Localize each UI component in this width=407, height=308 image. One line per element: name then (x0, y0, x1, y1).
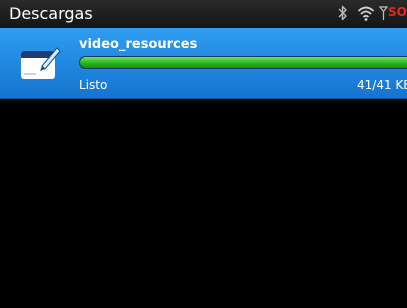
title-bar: Descargas SOS (0, 0, 407, 28)
status-icons: SOS (327, 4, 407, 24)
download-file-name: video_resources (79, 37, 198, 52)
bluetooth-icon (337, 4, 349, 26)
download-list-empty-area (0, 99, 407, 308)
video-file-icon (19, 42, 61, 84)
network-status-text: SOS (388, 5, 407, 19)
download-progress-bar (79, 56, 407, 69)
download-size: 41/41 KB (357, 78, 407, 92)
download-progress-fill (80, 57, 407, 68)
download-item[interactable]: video_resources Listo 41/41 KB (0, 28, 407, 99)
screen: Descargas SOS (0, 0, 407, 308)
app-title: Descargas (9, 4, 93, 23)
wifi-icon (357, 4, 375, 26)
download-status: Listo (79, 78, 108, 92)
signal-icon (378, 5, 389, 25)
